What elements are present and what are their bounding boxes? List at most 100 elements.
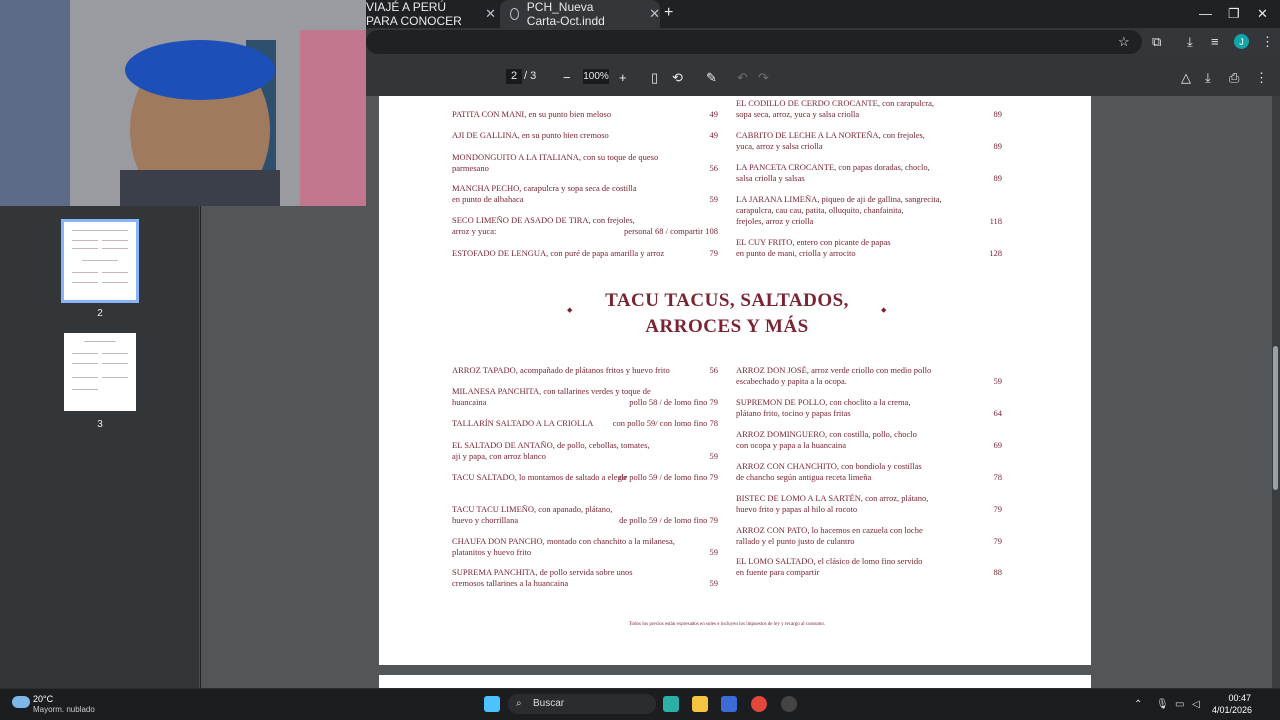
weather-description[interactable]: Mayorm. nublado [33,705,95,714]
menu-item-name: arroz y yuca: [452,226,497,236]
page-total: / 3 [524,70,537,82]
zoom-in-button[interactable]: + [619,70,627,85]
menu-item-price: personal 68 / compartir 108 [624,226,718,236]
menu-item-name: salsa criolla y salsas [736,173,805,183]
more-menu-icon[interactable]: ⋮ [1261,34,1274,50]
menu-item-price: pollo 58 / de lomo fino 79 [629,397,718,407]
pdf-more-icon[interactable]: ⋮ [1255,70,1268,86]
menu-item-price: 59 [709,578,719,588]
clock-date[interactable]: 4/01/2026 [1200,705,1252,715]
tab-viaje-peru[interactable]: VIAJÉ A PERÚ PARA CONOCER ✕ [366,0,496,28]
menu-item-name: TACU SALTADO, lo montamos de saltado a e… [452,472,627,482]
menu-item-price: 89 [993,173,1003,183]
fit-page-icon[interactable]: ▯ [651,70,658,86]
chrome-icon[interactable] [751,696,767,712]
menu-item-price: 89 [993,109,1003,119]
menu-item-price: de pollo 59 / de lomo fino 79 [619,472,718,482]
annotate-icon[interactable]: ✎ [706,70,717,86]
address-bar[interactable] [366,30,1142,54]
menu-item-name: frejoles, arroz y criolla [736,216,814,226]
thumbnail-page-2[interactable] [61,219,139,303]
menu-item-name: MONDONGUITO A LA ITALIANA, con su toque … [452,152,659,162]
zoom-input[interactable]: 100% [583,69,609,84]
zoom-out-button[interactable]: − [563,70,571,85]
close-window-button[interactable]: ✕ [1257,6,1268,22]
file-explorer-icon[interactable] [692,696,708,712]
media-icon[interactable]: ≡ [1211,34,1219,49]
weather-temperature[interactable]: 20°C [33,694,53,704]
menu-item-name: SUPREMON DE POLLO, con choclito a la cre… [736,397,911,407]
windows-start-icon[interactable] [484,696,500,712]
undo-icon[interactable]: ↶ [737,70,748,86]
menu-item-name: huevo y chorrillana [452,515,519,525]
menu-item-name: EL CUY FRITO, entero con picante de papa… [736,237,891,247]
menu-item-price: 118 [989,216,1002,226]
menu-item-name: huevo frito y papas al hilo al rocoto [736,504,858,514]
weather-cloud-icon[interactable] [12,696,30,708]
menu-item-name: plátano frito, tocino y papas fritas [736,408,851,418]
menu-item-name: BISTEC DE LOMO A LA SARTÉN, con arroz, p… [736,493,929,503]
menu-item-name: rallado y el punto justo de culantro [736,536,855,546]
menu-item-name: MANCHA PECHO, carapulcra y sopa seca de … [452,183,637,193]
globe-icon [510,8,519,20]
download-icon[interactable]: ⤓ [1187,34,1193,50]
menu-item-name: en punto de mani, criolla y arrocito [736,248,856,258]
volume-icon[interactable]: ◁ [1192,699,1200,710]
rotate-icon[interactable]: ⟲ [672,70,683,86]
menu-item-name: LA PANCETA CROCANTE, con papas doradas, … [736,162,930,172]
menu-item-price: 79 [993,536,1003,546]
store-icon[interactable] [721,696,737,712]
menu-item-name: ARROZ DON JOSÉ, arroz verde criollo con … [736,365,932,375]
menu-item-price: 79 [709,248,719,258]
new-tab-button[interactable]: + [664,4,673,22]
drive-icon[interactable]: △ [1181,70,1191,86]
menu-item-name: de chancho según antigua receta limeña [736,472,872,482]
menu-item-name: parmesano [452,163,489,173]
microphone-icon[interactable]: 🎙 [1156,699,1169,710]
menu-item-price: con pollo 59/ con lomo fino 78 [612,418,718,428]
menu-item-name: ARROZ CON CHANCHITO, con bondiola y cost… [736,461,922,471]
menu-item-price: 128 [989,248,1002,258]
extension-icon[interactable]: ⧉ [1152,34,1161,50]
maximize-button[interactable]: ❐ [1228,6,1240,22]
avatar[interactable]: J [1234,34,1249,49]
tab-label: VIAJÉ A PERÚ PARA CONOCER [366,0,462,28]
network-icon[interactable]: ▭ [1175,699,1184,710]
menu-item-name: sopa seca, arroz, yuca y salsa criolla [736,109,860,119]
menu-item-price: 59 [709,194,719,204]
menu-item-price: 59 [709,547,719,557]
page-number-input[interactable]: 2 [506,69,522,84]
menu-item-price: 89 [993,141,1003,151]
menu-item-name: cremosos tallarines a la huancaina [452,578,569,588]
menu-item-price: 56 [709,365,719,375]
search-icon: ⌕ [516,698,522,709]
menu-item-name: aji y papa, con arroz blanco [452,451,546,461]
tray-chevron-icon[interactable]: ⌃ [1134,699,1142,710]
tab-close-icon[interactable]: ✕ [485,6,496,22]
taskbar-search[interactable] [508,694,656,714]
menu-item-name: SUPREMA PANCHITA, de pollo servida sobre… [452,567,633,577]
menu-item-name: TACU TACU LIMEÑO, con apanado, plátano, [452,504,613,514]
clock-time[interactable]: 00:47 [1221,693,1251,703]
thumbnail-page-3[interactable] [64,333,136,411]
edge-icon[interactable] [663,696,679,712]
menu-item-price: 59 [709,451,719,461]
menu-item-price: 88 [993,567,1003,577]
menu-item-name: yuca, arroz y salsa criolla [736,141,823,151]
section-title: TACU TACUS, SALTADOS, [605,290,849,311]
thumbnail-label: 2 [97,308,103,319]
star-icon[interactable]: ☆ [1118,34,1130,50]
menu-item-price: 59 [993,376,1003,386]
menu-item-name: huancaina [452,397,487,407]
redo-icon[interactable]: ↷ [758,70,769,86]
scrollbar-thumb[interactable] [1273,346,1278,490]
menu-item-name: SECO LIMEÑO DE ASADO DE TIRA, con frejol… [452,215,635,225]
menu-item-name: AJI DE GALLINA, en su punto bien cremoso [452,130,609,140]
tab-close-icon[interactable]: ✕ [649,6,660,22]
print-icon[interactable]: ⎙ [1229,70,1239,86]
pdf-download-icon[interactable]: ⤓ [1205,70,1211,86]
obs-icon[interactable] [781,696,797,712]
menu-item-name: carapulcra, cau cau, patita, olluquito, … [736,205,904,215]
tab-pdf-carta[interactable]: PCH_Nueva Carta-Oct.indd ✕ [500,0,660,28]
minimize-button[interactable]: — [1199,6,1212,21]
